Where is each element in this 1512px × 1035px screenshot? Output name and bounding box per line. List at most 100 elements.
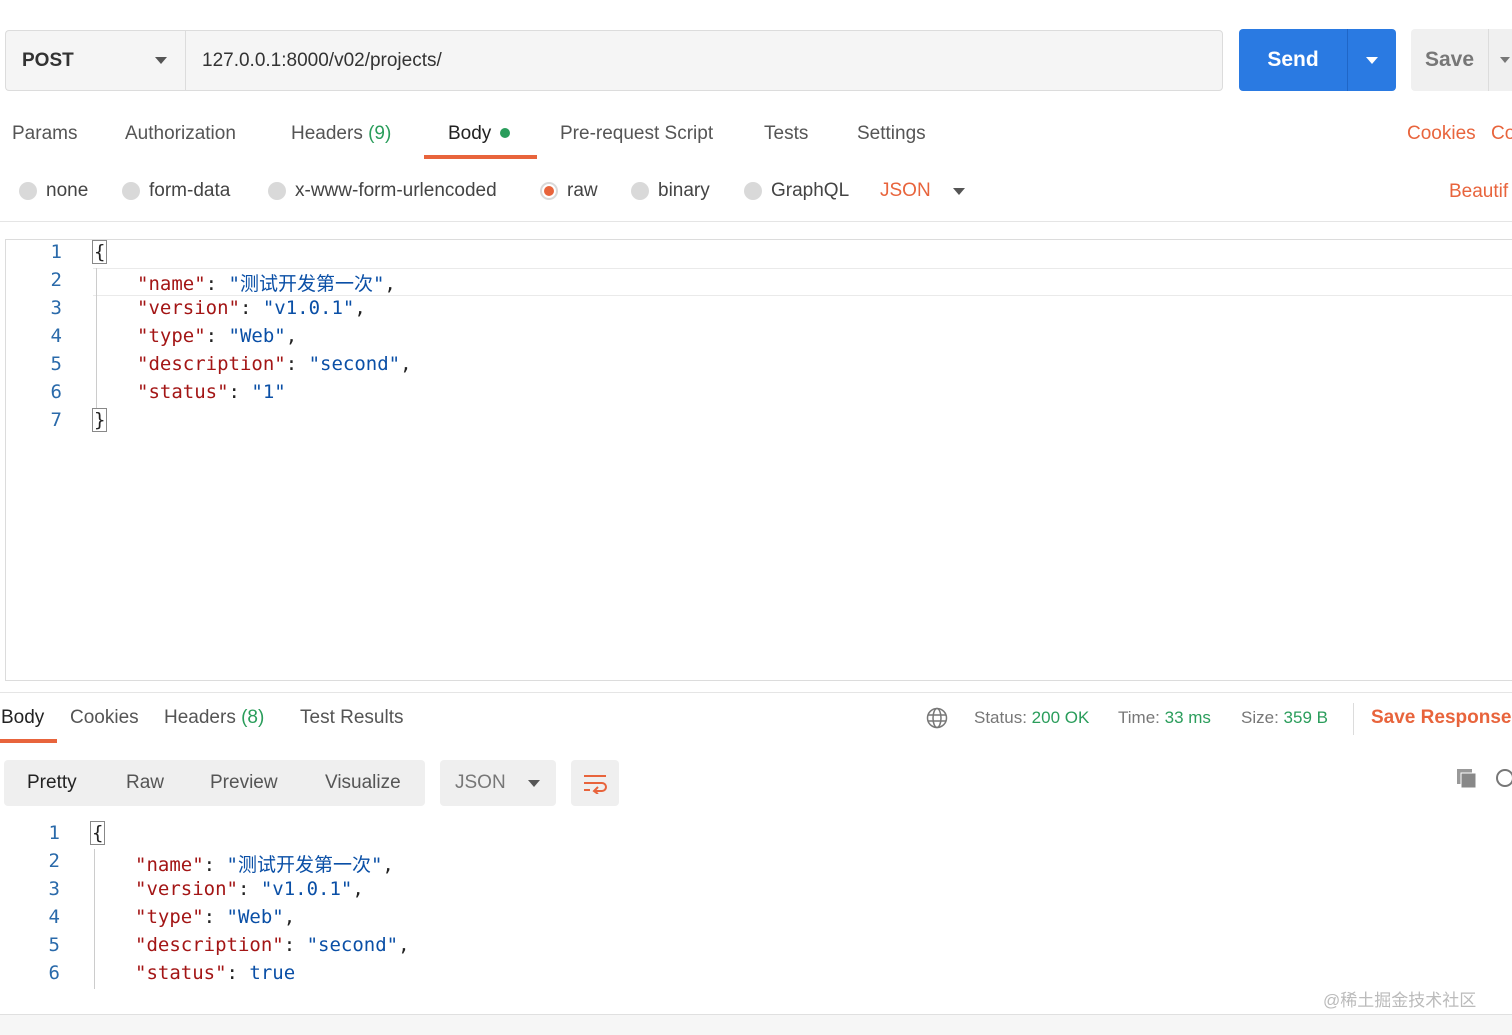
- radio-graphql[interactable]: GraphQL: [744, 178, 849, 204]
- chevron-down-icon: [952, 187, 965, 195]
- beautify-link[interactable]: Beautif: [1449, 178, 1508, 206]
- divider: [0, 221, 1512, 222]
- view-raw-label: Raw: [126, 772, 165, 793]
- tab-headers[interactable]: Headers (9): [291, 120, 391, 148]
- save-button[interactable]: Save: [1411, 29, 1512, 91]
- close-brace: }: [92, 408, 108, 432]
- time-label: Time:: [1118, 708, 1160, 727]
- view-preview[interactable]: Preview: [210, 770, 278, 796]
- send-button[interactable]: Send: [1239, 29, 1396, 91]
- globe-icon[interactable]: [926, 707, 948, 729]
- size-value: 359 B: [1283, 708, 1328, 727]
- size-readout: Size: 359 B: [1241, 705, 1328, 731]
- code-line-close: }: [92, 408, 108, 432]
- code-line: "description": "second",: [135, 934, 410, 956]
- send-options-button[interactable]: [1347, 29, 1396, 91]
- tab-headers-label: Headers: [291, 123, 363, 144]
- beautify-label: Beautif: [1449, 181, 1509, 202]
- json-comma: ,: [382, 854, 394, 876]
- body-format-label: JSON: [880, 180, 931, 201]
- tab-authorization[interactable]: Authorization: [125, 120, 236, 148]
- json-key: "description": [135, 934, 284, 956]
- radio-urlencoded[interactable]: x-www-form-urlencoded: [268, 178, 497, 204]
- save-label: Save: [1424, 48, 1475, 71]
- method-select[interactable]: POST: [5, 30, 185, 91]
- line-number: 1: [48, 822, 60, 844]
- response-tab-body[interactable]: Body: [1, 705, 44, 731]
- radio-raw[interactable]: raw: [540, 178, 598, 204]
- code-line-open: {: [90, 821, 106, 845]
- radio-form-data[interactable]: form-data: [122, 178, 230, 204]
- wrap-lines-button[interactable]: [571, 760, 619, 806]
- response-tab-test-results-label: Test Results: [300, 707, 404, 728]
- tab-body[interactable]: Body: [448, 120, 511, 148]
- radio-binary[interactable]: binary: [631, 178, 710, 204]
- tab-authorization-label: Authorization: [125, 123, 236, 144]
- headers-count: (9): [368, 123, 392, 144]
- line-number: 6: [48, 962, 60, 984]
- response-format-label: JSON: [455, 772, 506, 793]
- time-readout: Time: 33 ms: [1118, 705, 1211, 731]
- cookies-link[interactable]: Cookies: [1407, 120, 1476, 148]
- json-key: "type": [135, 906, 204, 928]
- json-value: "Web": [226, 906, 284, 928]
- caret-down-icon: [1366, 56, 1378, 64]
- radio-none[interactable]: none: [19, 178, 88, 204]
- view-visualize[interactable]: Visualize: [325, 770, 401, 796]
- view-pretty[interactable]: Pretty: [27, 770, 77, 796]
- line-number: 5: [48, 934, 60, 956]
- json-value: "v1.0.1": [260, 878, 353, 900]
- wrap-lines-icon: [584, 775, 607, 794]
- radio-graphql-label: GraphQL: [771, 180, 850, 201]
- json-key: "name": [135, 854, 204, 876]
- line-number: 1: [50, 241, 62, 263]
- code-line: "type": "Web",: [137, 325, 298, 347]
- code-line: "status": "1": [137, 381, 286, 403]
- active-tab-indicator: [0, 739, 57, 743]
- response-format-select[interactable]: JSON: [440, 760, 556, 806]
- code-line: "type": "Web",: [135, 906, 296, 928]
- line-number: 4: [50, 325, 62, 347]
- json-comma: ,: [400, 353, 412, 375]
- tab-body-label: Body: [448, 123, 492, 144]
- status-bar: [0, 1014, 1512, 1035]
- json-key: "version": [137, 297, 240, 319]
- view-raw[interactable]: Raw: [126, 770, 164, 796]
- radio-form-data-label: form-data: [149, 180, 231, 201]
- response-tab-test-results[interactable]: Test Results: [300, 705, 403, 731]
- search-icon[interactable]: [1494, 767, 1512, 791]
- tab-tests-label: Tests: [764, 123, 809, 144]
- copy-icon[interactable]: [1455, 767, 1479, 791]
- json-comma: ,: [398, 934, 410, 956]
- code-link[interactable]: Co: [1491, 120, 1512, 148]
- tab-params-label: Params: [12, 123, 78, 144]
- tab-tests[interactable]: Tests: [764, 120, 808, 148]
- body-format-select[interactable]: JSON: [880, 178, 965, 204]
- response-tab-headers[interactable]: Headers (8): [164, 705, 264, 731]
- radio-none-label: none: [46, 180, 89, 201]
- response-tab-cookies[interactable]: Cookies: [70, 705, 139, 731]
- radio-circle: [744, 182, 762, 200]
- code-line: "name": "测试开发第一次",: [137, 273, 396, 295]
- json-key: "status": [137, 381, 229, 403]
- cookies-link-label: Cookies: [1407, 123, 1476, 144]
- radio-circle: [122, 182, 140, 200]
- radio-urlencoded-label: x-www-form-urlencoded: [295, 180, 497, 201]
- tab-settings[interactable]: Settings: [857, 120, 926, 148]
- line-number: 6: [50, 381, 62, 403]
- code-line: "description": "second",: [137, 353, 412, 375]
- response-tab-headers-label: Headers: [164, 707, 236, 728]
- code-line: "version": "v1.0.1",: [137, 297, 366, 319]
- tab-prerequest-label: Pre-request Script: [560, 123, 714, 144]
- divider: [0, 692, 1512, 693]
- tab-params[interactable]: Params: [12, 120, 77, 148]
- tab-prerequest-script[interactable]: Pre-request Script: [560, 120, 713, 148]
- json-value: "测试开发第一次": [226, 854, 383, 876]
- code-link-label: Co: [1491, 123, 1512, 144]
- time-value: 33 ms: [1164, 708, 1211, 727]
- url-input[interactable]: 127.0.0.1:8000/v02/projects/: [185, 30, 1223, 91]
- active-tab-indicator: [424, 155, 537, 159]
- json-comma: ,: [285, 325, 298, 347]
- save-response-button[interactable]: Save Response: [1371, 705, 1511, 731]
- save-options-button[interactable]: [1488, 29, 1512, 91]
